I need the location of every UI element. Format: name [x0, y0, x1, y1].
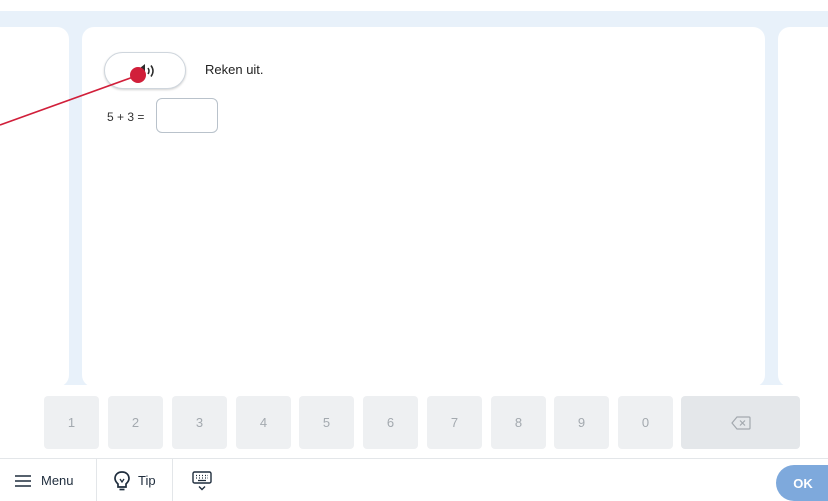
equation-text: 5 + 3 = — [107, 110, 145, 124]
key-4[interactable]: 4 — [236, 396, 291, 449]
ok-button[interactable]: OK — [776, 465, 828, 501]
next-card — [778, 27, 828, 387]
tip-button[interactable]: Tip — [113, 459, 156, 501]
key-2[interactable]: 2 — [108, 396, 163, 449]
key-7[interactable]: 7 — [427, 396, 482, 449]
backspace-icon — [730, 415, 751, 430]
exercise-card — [82, 27, 765, 387]
key-6[interactable]: 6 — [363, 396, 418, 449]
answer-input[interactable] — [156, 98, 218, 133]
key-5[interactable]: 5 — [299, 396, 354, 449]
hamburger-icon — [15, 474, 31, 487]
key-0[interactable]: 0 — [618, 396, 673, 449]
key-3[interactable]: 3 — [172, 396, 227, 449]
tip-label: Tip — [138, 473, 156, 488]
top-strip — [0, 0, 828, 11]
toolbar-divider — [96, 459, 97, 501]
lightbulb-icon — [114, 470, 130, 490]
menu-button[interactable]: Menu — [14, 459, 74, 501]
key-9[interactable]: 9 — [554, 396, 609, 449]
speaker-icon — [136, 63, 154, 78]
audio-button[interactable] — [104, 52, 186, 89]
number-keypad: 1 2 3 4 5 6 7 8 9 0 — [0, 385, 828, 458]
key-1[interactable]: 1 — [44, 396, 99, 449]
keyboard-toggle-button[interactable] — [192, 459, 212, 501]
previous-card — [0, 27, 69, 387]
keyboard-icon — [192, 470, 212, 490]
bottom-toolbar: Menu Tip — [0, 458, 828, 501]
toolbar-divider — [172, 459, 173, 501]
backspace-button[interactable] — [681, 396, 800, 449]
key-8[interactable]: 8 — [491, 396, 546, 449]
instruction-text: Reken uit. — [205, 62, 264, 77]
menu-label: Menu — [41, 473, 74, 488]
